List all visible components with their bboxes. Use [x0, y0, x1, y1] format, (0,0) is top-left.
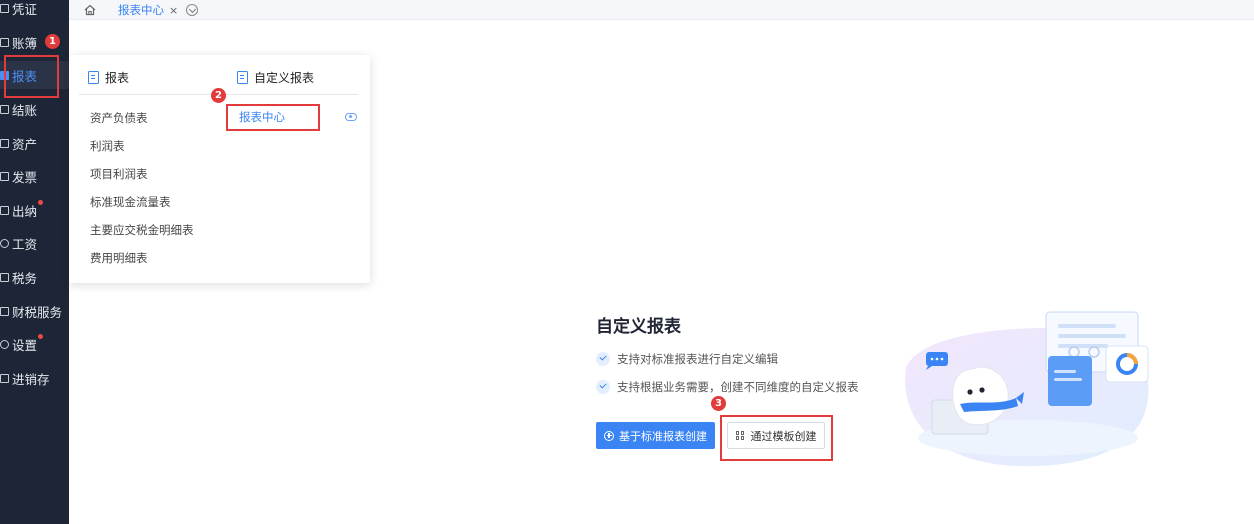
sidebar-item-label: 发票 — [12, 169, 38, 185]
annotation-badge: 3 — [711, 396, 726, 411]
sidebar-item-label: 设置 — [12, 337, 38, 353]
notification-dot — [38, 334, 43, 339]
inventory-icon — [0, 373, 9, 383]
sidebar-item-invoice[interactable]: 发票 — [0, 162, 69, 190]
header-label: 报表 — [105, 70, 130, 85]
button-label: 基于标准报表创建 — [619, 429, 707, 443]
menu-item-income-statement[interactable]: 利润表 — [90, 138, 125, 154]
eye-icon[interactable] — [345, 113, 357, 121]
sidebar-item-voucher[interactable]: 凭证 — [0, 0, 69, 22]
plus-circle-icon — [604, 430, 614, 441]
sidebar-item-settings[interactable]: 设置 — [0, 330, 69, 358]
feature-item: 支持对标准报表进行自定义编辑 — [596, 351, 778, 367]
annotation-box — [720, 415, 833, 461]
menu-item-project-income[interactable]: 项目利润表 — [90, 166, 148, 182]
annotation-box — [226, 104, 320, 131]
dropdown-header-custom-reports: 自定义报表 — [237, 67, 314, 87]
sidebar-item-label: 资产 — [12, 136, 38, 152]
sidebar-item-label: 财税服务 — [12, 304, 63, 320]
menu-item-balance-sheet[interactable]: 资产负债表 — [90, 110, 148, 126]
tab-bar: 报表中心 × — [69, 0, 1254, 20]
sidebar-item-cashier[interactable]: 出纳 — [0, 196, 69, 224]
sidebar-item-label: 账簿 — [12, 35, 38, 51]
settings-icon — [0, 339, 9, 349]
check-icon — [596, 380, 610, 394]
document-icon — [88, 70, 99, 84]
sidebar-item-label: 结账 — [12, 102, 38, 118]
feature-text: 支持对标准报表进行自定义编辑 — [617, 352, 778, 366]
menu-item-cash-flow[interactable]: 标准现金流量表 — [90, 194, 171, 210]
feature-item: 支持根据业务需要，创建不同维度的自定义报表 — [596, 379, 859, 395]
sidebar-item-tax-services[interactable]: 财税服务 — [0, 297, 69, 325]
sidebar-item-label: 凭证 — [12, 1, 38, 17]
tab-report-center[interactable]: 报表中心 × — [115, 0, 181, 20]
custom-report-illustration — [905, 311, 1149, 467]
annotation-badge: 1 — [45, 34, 60, 49]
dropdown-header-reports: 报表 — [88, 67, 129, 87]
feature-text: 支持根据业务需要，创建不同维度的自定义报表 — [617, 380, 859, 394]
annotation-badge: 2 — [211, 88, 226, 103]
chevron-down-icon[interactable] — [186, 4, 198, 16]
sidebar-item-inventory[interactable]: 进销存 — [0, 364, 69, 392]
page-title: 自定义报表 — [596, 317, 681, 337]
tab-label: 报表中心 — [118, 3, 164, 17]
annotation-box — [4, 55, 59, 98]
sidebar-item-label: 工资 — [12, 236, 38, 252]
sidebar-item-label: 出纳 — [12, 203, 38, 219]
notification-dot — [38, 200, 43, 205]
create-from-standard-button[interactable]: 基于标准报表创建 — [596, 422, 715, 449]
tax-services-icon — [0, 306, 9, 316]
ledger-icon — [0, 37, 9, 47]
cashier-icon — [0, 205, 9, 215]
closing-icon — [0, 104, 9, 114]
menu-item-expense-detail[interactable]: 费用明细表 — [90, 250, 148, 266]
tax-icon — [0, 272, 9, 282]
invoice-icon — [0, 171, 9, 181]
menu-item-tax-payable-detail[interactable]: 主要应交税金明细表 — [90, 222, 194, 238]
close-icon[interactable]: × — [169, 4, 178, 17]
sidebar-item-tax[interactable]: 税务 — [0, 263, 69, 291]
sidebar-item-payroll[interactable]: 工资 — [0, 229, 69, 257]
check-icon — [596, 352, 610, 366]
sidebar-item-label: 进销存 — [12, 371, 50, 387]
assets-icon — [0, 138, 9, 148]
payroll-icon — [0, 238, 9, 248]
sidebar-item-assets[interactable]: 资产 — [0, 129, 69, 157]
voucher-icon — [0, 3, 9, 13]
home-icon[interactable] — [83, 3, 97, 17]
header-label: 自定义报表 — [254, 70, 315, 85]
sidebar-item-label: 税务 — [12, 270, 38, 286]
document-icon — [237, 70, 248, 84]
sidebar-item-closing[interactable]: 结账 — [0, 95, 69, 123]
